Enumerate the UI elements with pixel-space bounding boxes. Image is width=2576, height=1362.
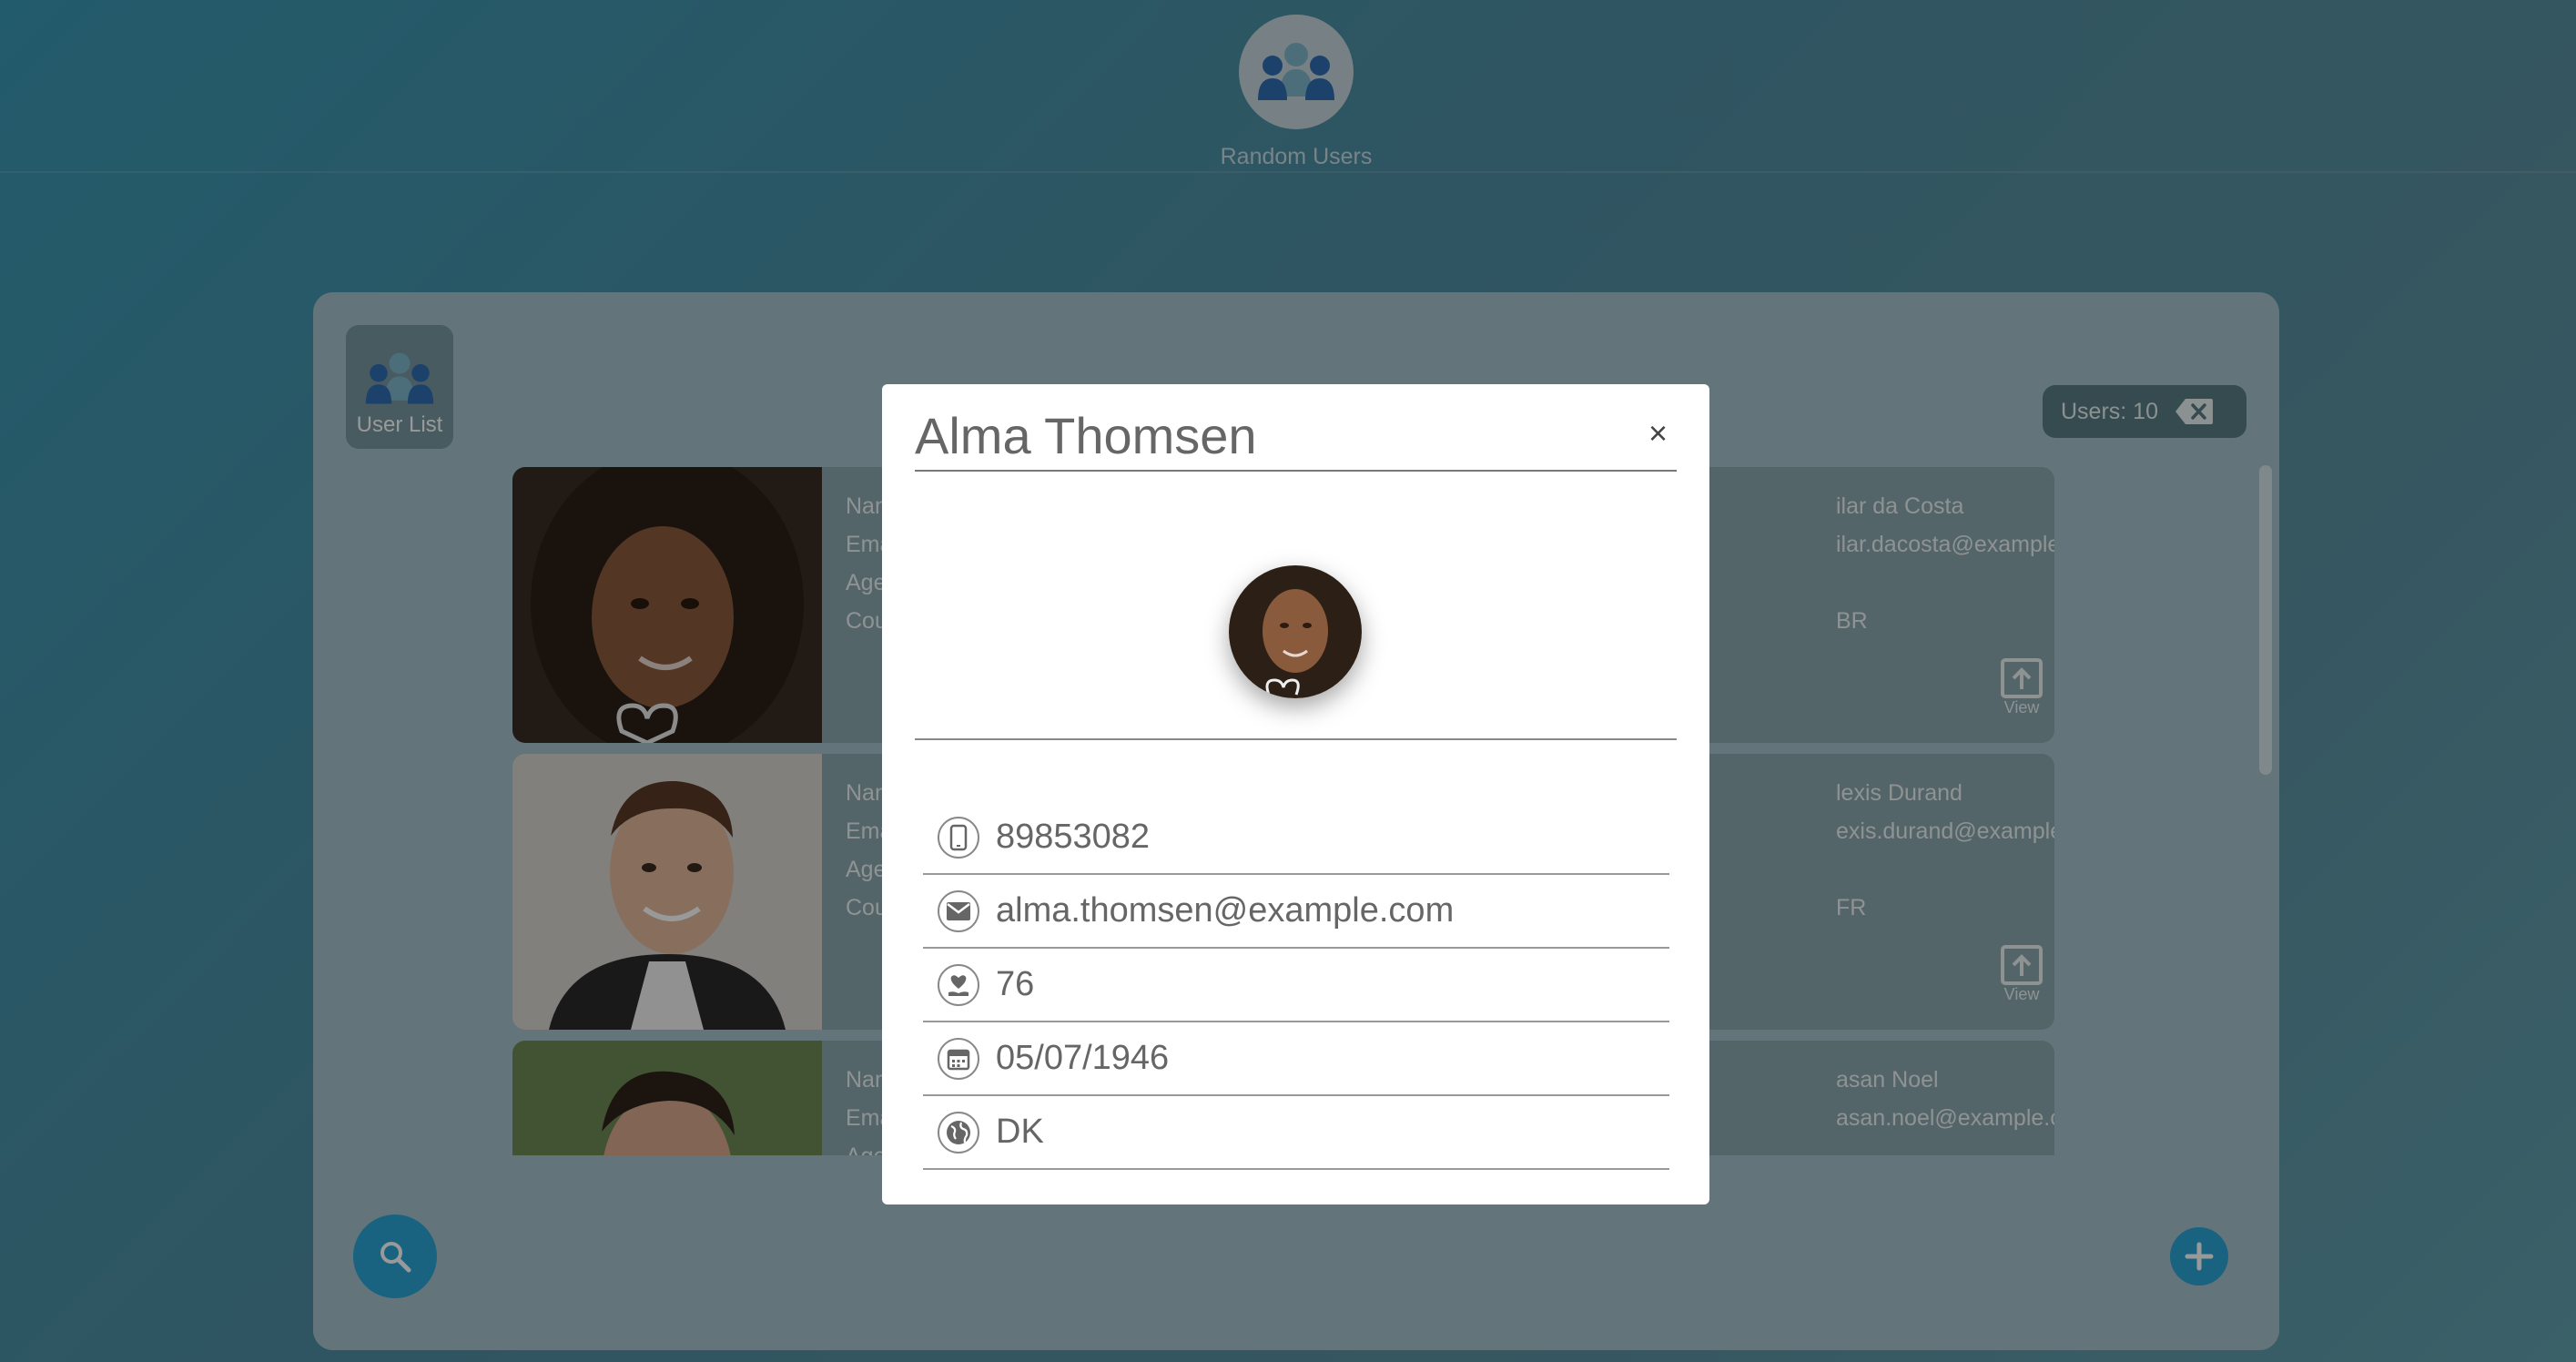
dob-value: 05/07/1946: [996, 1039, 1170, 1077]
close-button[interactable]: ×: [1648, 417, 1668, 450]
modal-title: Alma Thomsen: [915, 407, 1257, 464]
globe-icon: [938, 1111, 979, 1154]
divider: [915, 738, 1677, 740]
divider: [915, 470, 1677, 472]
country-value: DK: [996, 1113, 1044, 1151]
detail-phone: 89853082: [923, 801, 1669, 875]
phone-icon: [938, 816, 979, 859]
detail-dob: 05/07/1946: [923, 1022, 1669, 1096]
detail-age: 76: [923, 949, 1669, 1022]
email-value: alma.thomsen@example.com: [996, 891, 1455, 930]
heart-hand-icon: [938, 963, 979, 1006]
detail-country: DK: [923, 1096, 1669, 1170]
calendar-icon: [938, 1037, 979, 1080]
mail-icon: [938, 889, 979, 932]
age-value: 76: [996, 965, 1035, 1003]
phone-value: 89853082: [996, 818, 1151, 856]
user-detail-modal: Alma Thomsen × 89853082 alma.thomsen@exa…: [882, 384, 1709, 1204]
avatar: [1229, 565, 1362, 698]
detail-email: alma.thomsen@example.com: [923, 875, 1669, 949]
